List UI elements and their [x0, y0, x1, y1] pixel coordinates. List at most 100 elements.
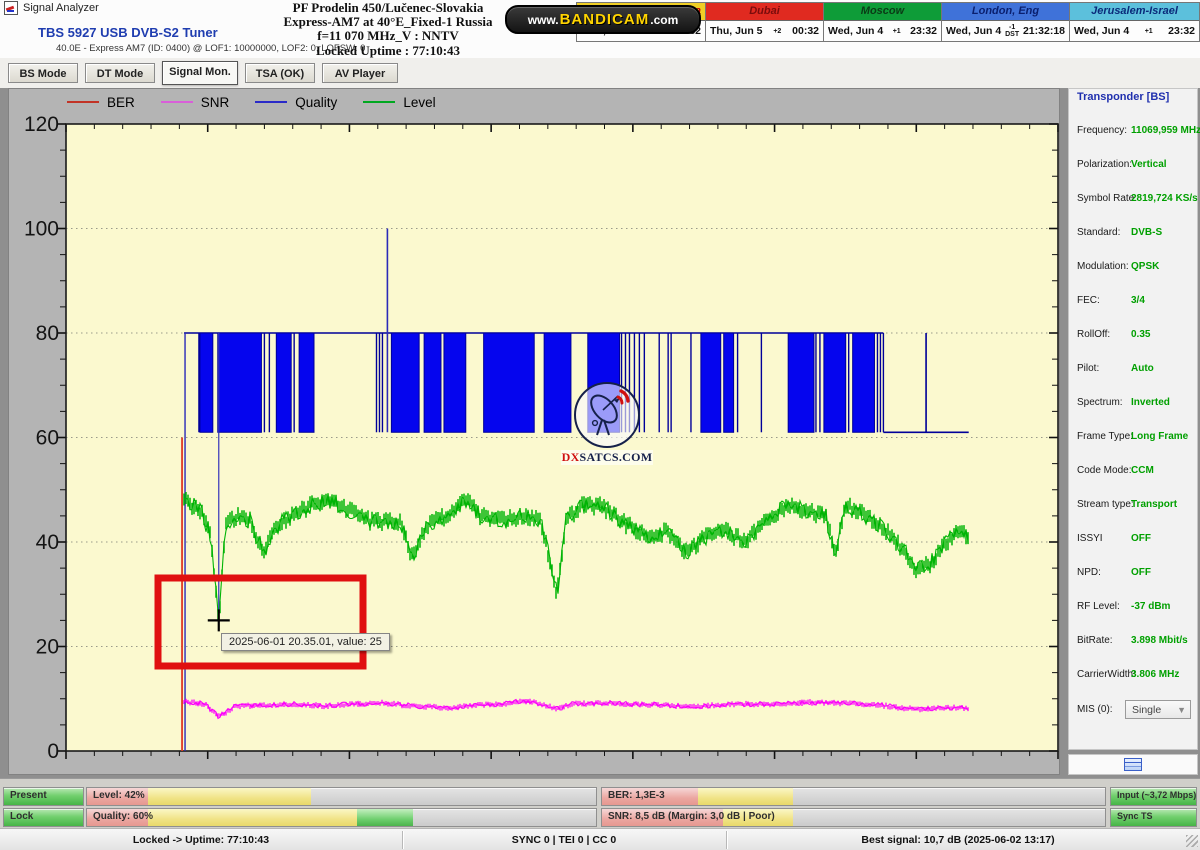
- device-title: TBS 5927 USB DVB-S2 Tuner: [38, 25, 218, 40]
- progress-bar: Quality: 60%: [86, 808, 597, 827]
- transponder-label: Standard:: [1077, 227, 1120, 238]
- resize-grip[interactable]: [1186, 835, 1198, 847]
- svg-text:100: 100: [24, 218, 59, 241]
- bandicam-watermark: www.BANDICAM.com: [505, 5, 701, 34]
- progress-bar: BER: 1,3E-3: [601, 787, 1106, 806]
- transponder-value: -37 dBm: [1131, 601, 1170, 612]
- transponder-panel-title: Transponder [BS]: [1075, 91, 1171, 103]
- tab-dt-mode[interactable]: DT Mode: [85, 63, 155, 83]
- progress-segment-yellow: [148, 788, 311, 805]
- transponder-label: Frequency:: [1077, 125, 1127, 136]
- transponder-label: NPD:: [1077, 567, 1101, 578]
- transponder-panel: Transponder [BS] Frequency: 11069,959 MHz…: [1068, 88, 1198, 750]
- transponder-label: Symbol Rate:: [1077, 193, 1137, 204]
- mis-label: MIS (0):: [1077, 704, 1113, 715]
- svg-text:0: 0: [47, 740, 59, 763]
- legend-item-level: Level: [363, 95, 435, 110]
- status-badge-present: Present: [3, 787, 84, 806]
- dxsatcs-watermark: DXSATCS.COM: [561, 382, 653, 465]
- transponder-value: Auto: [1131, 363, 1154, 374]
- progress-label: Quality: 60%: [93, 811, 153, 822]
- progress-bar: SNR: 8,5 dB (Margin: 3,0 dB | Poor): [601, 808, 1106, 827]
- progress-segment-yellow: [148, 809, 357, 826]
- legend-item-ber: BER: [67, 95, 135, 110]
- status-badge-right: Sync TS: [1110, 808, 1197, 827]
- app-icon: [4, 1, 18, 15]
- watermark-suffix: .com: [650, 13, 678, 27]
- transponder-value: 2819,724 KS/s: [1131, 193, 1198, 204]
- legend-item-snr: SNR: [161, 95, 230, 110]
- transponder-value: DVB-S: [1131, 227, 1162, 238]
- progress-segment-yellow: [698, 788, 794, 805]
- transponder-label: Modulation:: [1077, 261, 1129, 272]
- transponder-label: ISSYI: [1077, 533, 1103, 544]
- transponder-value: OFF: [1131, 533, 1151, 544]
- header: Signal Analyzer TBS 5927 USB DVB-S2 Tune…: [0, 0, 1200, 58]
- clock-jerusalem-israel: Jerusalem-IsraelWed, Jun 4+123:32: [1070, 2, 1200, 42]
- transponder-value: 0.35: [1131, 329, 1150, 340]
- transponder-label: Polarization:: [1077, 159, 1132, 170]
- clock-time: Wed, Jun 4-1DST21:32:18: [942, 21, 1069, 41]
- clock-time: Thu, Jun 5+200:32: [706, 21, 823, 41]
- progress-label: SNR: 8,5 dB (Margin: 3,0 dB | Poor): [608, 811, 775, 822]
- station-info-line: Express-AM7 at 40°E_Fixed-1 Russia: [268, 15, 508, 29]
- tab-tsa-ok-[interactable]: TSA (OK): [245, 63, 315, 83]
- svg-text:80: 80: [36, 322, 59, 345]
- station-info-line: Locked Uptime : 77:10:43: [268, 44, 508, 58]
- progress-label: BER: 1,3E-3: [608, 790, 665, 801]
- clock-city-label: Dubai: [706, 3, 823, 21]
- mode-tabs: BS Mode DT Mode Signal Mon. TSA (OK) AV Play…: [0, 58, 1200, 89]
- tab-av-player[interactable]: AV Player: [322, 63, 398, 83]
- transponder-value: 11069,959 MHz: [1131, 125, 1200, 136]
- transponder-label: Frame Type:: [1077, 431, 1133, 442]
- tab-bs-mode[interactable]: BS Mode: [8, 63, 78, 83]
- chevron-down-icon: ▼: [1177, 701, 1186, 719]
- window-title: Signal Analyzer: [23, 2, 99, 14]
- signal-bar-row: Present Level: 42% BER: 1,3E-3 Input (~3,72…: [0, 787, 1200, 806]
- legend-swatch: [255, 101, 287, 103]
- panel-footer-button[interactable]: [1068, 754, 1198, 775]
- signal-bar-row: LockQuality: 60%SNR: 8,5 dB (Margin: 3,0…: [0, 808, 1200, 827]
- status-best-signal: Best signal: 10,7 dB (2025-06-02 13:17): [727, 829, 1189, 850]
- clock-time: Wed, Jun 4+123:32: [824, 21, 941, 41]
- transponder-value: Vertical: [1131, 159, 1167, 170]
- clock-dubai: DubaiThu, Jun 5+200:32: [706, 2, 824, 42]
- svg-text:120: 120: [24, 113, 59, 136]
- dxsatcs-label: DXSATCS.COM: [561, 450, 653, 465]
- statusbar: Locked -> Uptime: 77:10:43 SYNC 0 | TEI …: [0, 828, 1200, 850]
- legend-swatch: [363, 101, 395, 103]
- main-area: BERSNRQualityLevel 020406080100120: [0, 88, 1200, 778]
- transponder-value: 3.898 Mbit/s: [1131, 635, 1188, 646]
- clock-city-label: London, Eng: [942, 3, 1069, 21]
- station-info-line: f=11 070 MHz_V : NNTV: [268, 29, 508, 43]
- transponder-value: Long Frame: [1131, 431, 1188, 442]
- svg-text:60: 60: [36, 427, 59, 450]
- transponder-label: RF Level:: [1077, 601, 1120, 612]
- svg-text:40: 40: [36, 531, 59, 554]
- mis-value: Single: [1132, 704, 1161, 716]
- transponder-label: Stream type:: [1077, 499, 1134, 510]
- progress-bar: Level: 42%: [86, 787, 597, 806]
- legend-label: BER: [107, 95, 135, 110]
- progress-label: Level: 42%: [93, 790, 145, 801]
- transponder-value: OFF: [1131, 567, 1151, 578]
- signal-chart[interactable]: 0 20 40 60 80 100 120: [9, 89, 1061, 776]
- clock-moscow: MoscowWed, Jun 4+123:32: [824, 2, 942, 42]
- status-badge-right: Input (~3,72 Mbps): [1110, 787, 1197, 806]
- mis-select[interactable]: Single ▼: [1125, 700, 1191, 719]
- transponder-label: CarrierWidth:: [1077, 669, 1136, 680]
- transponder-label: Spectrum:: [1077, 397, 1123, 408]
- signal-bars: Present Level: 42% BER: 1,3E-3 Input (~3,72…: [0, 778, 1200, 829]
- transponder-label: BitRate:: [1077, 635, 1113, 646]
- legend-swatch: [161, 101, 193, 103]
- signal-analyzer-window: Signal Analyzer TBS 5927 USB DVB-S2 Tune…: [0, 0, 1200, 850]
- tab-signal-mon-[interactable]: Signal Mon.: [162, 61, 238, 85]
- svg-text:20: 20: [36, 636, 59, 659]
- transponder-label: Pilot:: [1077, 363, 1099, 374]
- satellite-dish-icon: [574, 382, 640, 448]
- titlebar: Signal Analyzer: [4, 1, 99, 15]
- signal-chart-panel: BERSNRQualityLevel 020406080100120: [8, 88, 1060, 775]
- transponder-value: Transport: [1131, 499, 1177, 510]
- station-info: PF Prodelin 450/Lučenec-Slovakia Express…: [268, 1, 508, 58]
- legend-swatch: [67, 101, 99, 103]
